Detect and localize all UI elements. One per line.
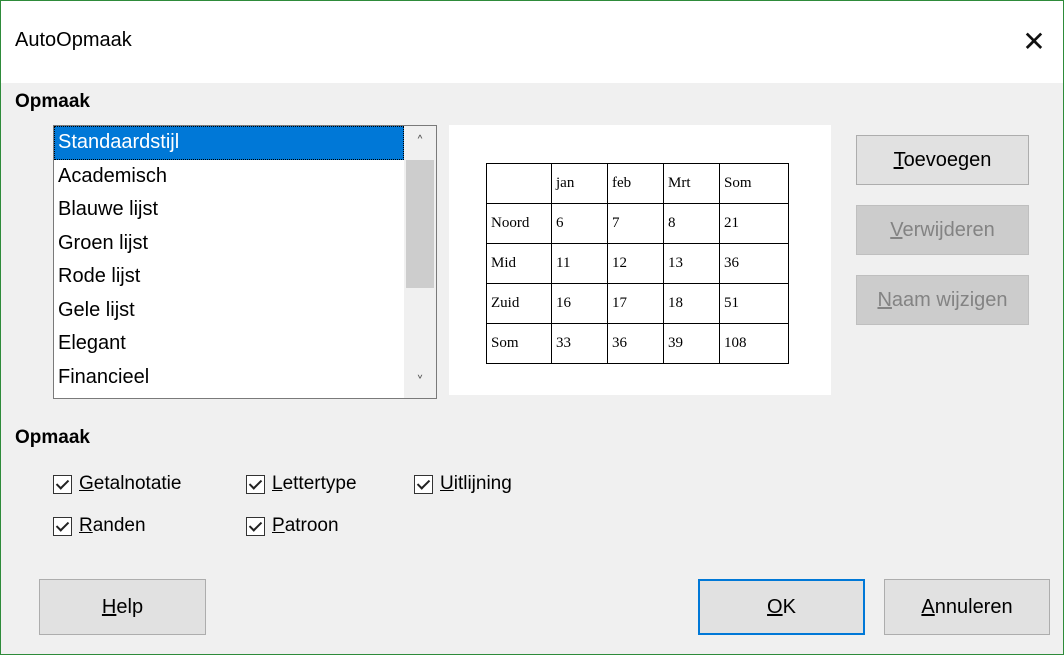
table-cell: 13 [663, 243, 720, 284]
table-cell: Som [719, 163, 789, 204]
checkmark-icon[interactable] [53, 516, 72, 536]
table-cell: 51 [719, 283, 789, 324]
table-row: jan feb Mrt Som [486, 163, 789, 204]
number-format-checkbox[interactable]: Getalnotatie [53, 473, 181, 495]
list-item[interactable]: Financieel [54, 361, 404, 395]
alignment-checkbox[interactable]: Uitlijning [414, 473, 512, 495]
table-cell: 39 [663, 323, 720, 364]
table-cell: Mid [486, 243, 552, 284]
options-section-label: Opmaak [15, 427, 90, 448]
checkmark-icon[interactable] [246, 474, 265, 494]
table-cell: 12 [607, 243, 664, 284]
table-cell: 7 [607, 203, 664, 244]
table-cell: 36 [719, 243, 789, 284]
title-bar: AutoOpmaak ✕ [1, 1, 1063, 83]
table-row: Mid 11 12 13 36 [486, 243, 789, 284]
borders-checkbox[interactable]: Randen [53, 515, 146, 537]
list-item[interactable]: Academisch [54, 160, 404, 194]
help-button[interactable]: Help [39, 579, 206, 635]
scroll-thumb[interactable] [406, 160, 434, 288]
chevron-down-icon[interactable]: ˅ [404, 366, 436, 398]
ok-button[interactable]: OK [698, 579, 865, 635]
table-row: Som 33 36 39 108 [486, 323, 789, 364]
list-item[interactable]: Groen lijst [54, 227, 404, 261]
table-cell: 11 [551, 243, 608, 284]
checkmark-icon[interactable] [246, 516, 265, 536]
table-cell: feb [607, 163, 664, 204]
table-cell: 16 [551, 283, 608, 324]
scrollbar[interactable]: ˄ ˅ [404, 126, 436, 398]
table-cell [486, 163, 552, 204]
list-item[interactable]: Gele lijst [54, 294, 404, 328]
format-preview: jan feb Mrt Som Noord 6 7 8 21 Mid 11 12 13 36 Zuid 16 1… [449, 125, 831, 395]
cancel-button[interactable]: Annuleren [884, 579, 1050, 635]
table-cell: Zuid [486, 283, 552, 324]
style-listbox[interactable]: Standaardstijl Academisch Blauwe lijst Groe… [53, 125, 437, 399]
preview-table: jan feb Mrt Som Noord 6 7 8 21 Mid 11 12 13 36 Zuid 16 1… [486, 163, 789, 364]
table-cell: 8 [663, 203, 720, 244]
table-cell: 17 [607, 283, 664, 324]
table-cell: 108 [719, 323, 789, 364]
table-row: Zuid 16 17 18 51 [486, 283, 789, 324]
format-section-label: Opmaak [15, 91, 90, 112]
list-item[interactable]: Blauwe lijst [54, 193, 404, 227]
list-item[interactable]: Standaardstijl [54, 126, 404, 160]
table-cell: Noord [486, 203, 552, 244]
rename-button[interactable]: Naam wijzigen [856, 275, 1029, 325]
table-row: Noord 6 7 8 21 [486, 203, 789, 244]
table-cell: 6 [551, 203, 608, 244]
dialog-window: AutoOpmaak ✕ Opmaak Standaardstijl Academ… [0, 0, 1064, 655]
table-cell: 33 [551, 323, 608, 364]
window-title: AutoOpmaak [15, 29, 132, 51]
chevron-up-icon[interactable]: ˄ [404, 126, 436, 158]
delete-button[interactable]: Verwijderen [856, 205, 1029, 255]
table-cell: Mrt [663, 163, 720, 204]
list-item[interactable]: Elegant [54, 327, 404, 361]
close-icon[interactable]: ✕ [1005, 17, 1063, 67]
table-cell: Som [486, 323, 552, 364]
table-cell: 18 [663, 283, 720, 324]
pattern-checkbox[interactable]: Patroon [246, 515, 339, 537]
checkmark-icon[interactable] [53, 474, 72, 494]
table-cell: 21 [719, 203, 789, 244]
style-list: Standaardstijl Academisch Blauwe lijst Groe… [54, 126, 404, 394]
checkmark-icon[interactable] [414, 474, 433, 494]
table-cell: 36 [607, 323, 664, 364]
list-item[interactable]: Rode lijst [54, 260, 404, 294]
font-checkbox[interactable]: Lettertype [246, 473, 357, 495]
add-button[interactable]: Toevoegen [856, 135, 1029, 185]
table-cell: jan [551, 163, 608, 204]
